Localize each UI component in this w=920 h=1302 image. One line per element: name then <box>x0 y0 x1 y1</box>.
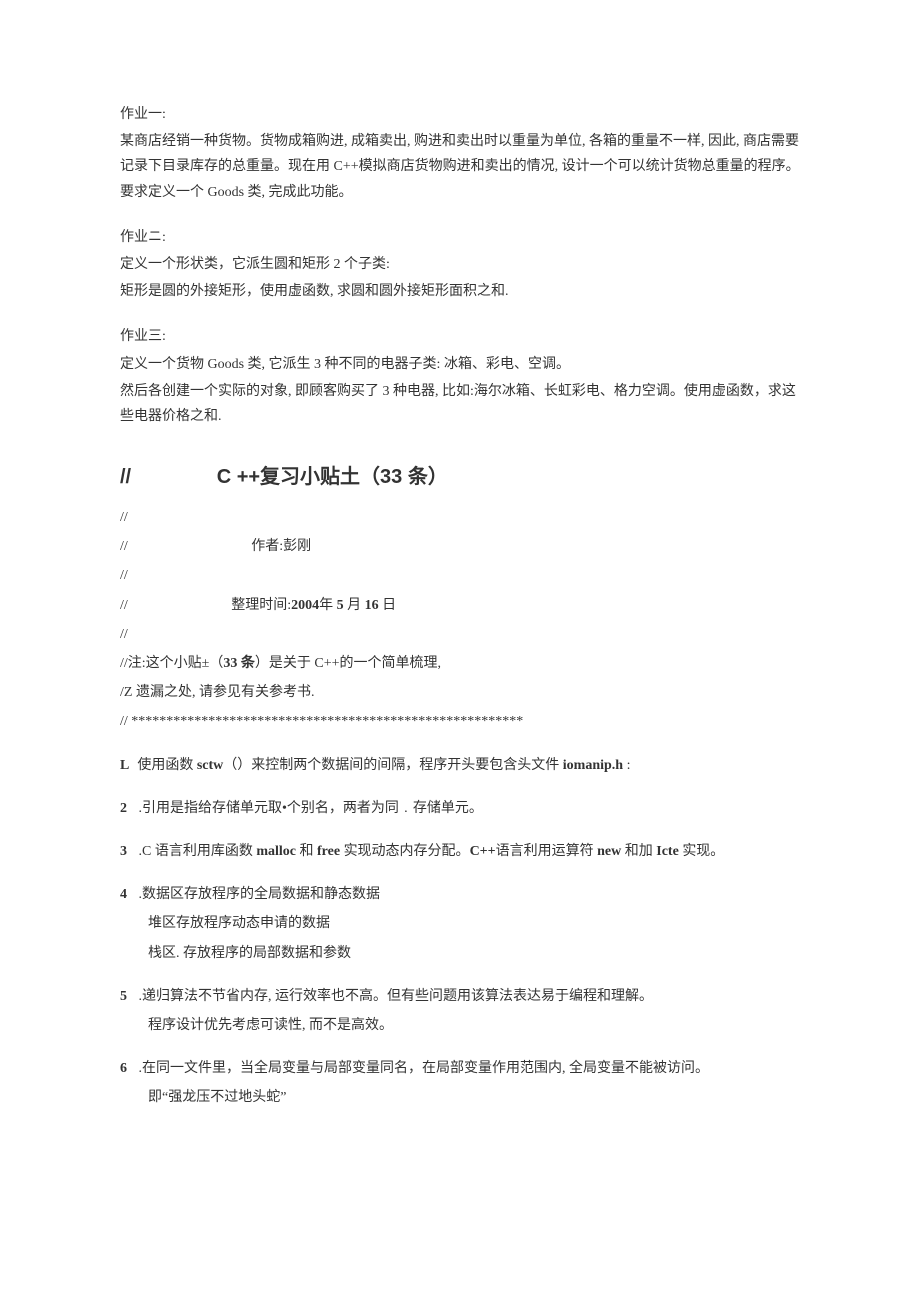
tips-list: L 使用函数 sctw（）来控制两个数据间的间隔，程序开头要包含头文件 ioman… <box>120 753 800 1111</box>
time-line: // 整理时间:2004年 5 月 16 日 <box>120 593 800 618</box>
list-item-text: .递归算法不节省内存, 运行效率也不高。但有些问题用该算法表达易于编程和理解。 <box>135 989 653 1004</box>
list-item-main: 6 .在同一文件里，当全局变量与局部变量同名，在局部变量作用范围内, 全局变量不… <box>120 1056 800 1081</box>
list-item-sub: 栈区. 存放程序的局部数据和参数 <box>148 941 800 966</box>
title-prefix: // <box>120 466 131 488</box>
title-text: C ++复习小贴土（33 条） <box>217 466 448 488</box>
bold-term: Icte <box>656 844 679 859</box>
list-item: 6 .在同一文件里，当全局变量与局部变量同名，在局部变量作用范围内, 全局变量不… <box>120 1056 800 1110</box>
hw2-line2: 矩形是圆的外接矩形，使用虚函数, 求圆和圆外接矩形面积之和. <box>120 279 800 304</box>
time-month: 5 <box>337 598 344 613</box>
list-item-sub: 即“强龙压不过地头蛇” <box>148 1085 800 1110</box>
list-item-main: 5 .递归算法不节省内存, 运行效率也不高。但有些问题用该算法表达易于编程和理解… <box>120 984 800 1009</box>
homework-3: 作业三: 定义一个货物 Goods 类, 它派生 3 种不同的电器子类: 冰箱、… <box>120 324 800 429</box>
author-line: // 作者:彭刚 <box>120 534 800 559</box>
note-line-1: //注:这个小贴±（33 条）是关于 C++的一个简单梳理, <box>120 651 800 676</box>
list-item-main: 4 .数据区存放程序的全局数据和静态数据 <box>120 882 800 907</box>
list-item-text: .C 语言利用库函数 <box>135 844 256 859</box>
list-item-main: L 使用函数 sctw（）来控制两个数据间的间隔，程序开头要包含头文件 ioman… <box>120 753 800 778</box>
list-item-number: 4 <box>120 887 127 902</box>
list-item-main: 3 .C 语言利用库函数 malloc 和 free 实现动态内存分配。C++语… <box>120 839 800 864</box>
hw1-title: 作业一: <box>120 102 800 127</box>
list-item: 3 .C 语言利用库函数 malloc 和 free 实现动态内存分配。C++语… <box>120 839 800 864</box>
list-item-text: .引用是指给存储单元取•个别名，两者为同﹒存储单元。 <box>135 801 483 816</box>
bold-term: new <box>597 844 621 859</box>
list-item-main: 2 .引用是指给存储单元取•个别名，两者为同﹒存储单元。 <box>120 796 800 821</box>
time-prefix: // <box>120 598 128 613</box>
hw1-body: 某商店经销一种货物。货物成箱购进, 成箱卖出, 购进和卖出时以重量为单位, 各箱… <box>120 129 800 205</box>
list-item-number: L <box>120 758 129 773</box>
slash-line-2: // <box>120 563 800 588</box>
tips-header: // C ++复习小贴土（33 条） // // 作者:彭刚 // // 整理时… <box>120 459 800 735</box>
stars-line: // *************************************… <box>120 709 800 734</box>
list-item-number: 2 <box>120 801 127 816</box>
slash-line-1: // <box>120 505 800 530</box>
list-item: L 使用函数 sctw（）来控制两个数据间的间隔，程序开头要包含头文件 ioman… <box>120 753 800 778</box>
time-day: 16 <box>365 598 379 613</box>
list-item-sub: 堆区存放程序动态申请的数据 <box>148 911 800 936</box>
list-item-text: .在同一文件里，当全局变量与局部变量同名，在局部变量作用范围内, 全局变量不能被… <box>135 1061 709 1076</box>
list-item-text: : <box>623 758 630 773</box>
bold-term: malloc <box>256 844 296 859</box>
note-line-2: /Z 遗漏之处, 请参见有关参考书. <box>120 680 800 705</box>
author-prefix: // <box>120 539 128 554</box>
slash-line-3: // <box>120 622 800 647</box>
hw2-title: 作业ニ: <box>120 225 800 250</box>
list-item: 5 .递归算法不节省内存, 运行效率也不高。但有些问题用该算法表达易于编程和理解… <box>120 984 800 1038</box>
author-text: 作者:彭刚 <box>251 539 311 554</box>
list-item-sub: 程序设计优先考虑可读性, 而不是高效。 <box>148 1013 800 1038</box>
note-bold: 33 条 <box>223 656 255 671</box>
list-item-number: 5 <box>120 989 127 1004</box>
list-item: 4 .数据区存放程序的全局数据和静态数据堆区存放程序动态申请的数据栈区. 存放程… <box>120 882 800 966</box>
list-item-text: 和 <box>296 844 317 859</box>
list-item: 2 .引用是指给存储单元取•个别名，两者为同﹒存储单元。 <box>120 796 800 821</box>
time-label: 整理时间: <box>231 598 291 613</box>
list-item-text: 实现。 <box>679 844 725 859</box>
bold-term: iomanip.h <box>563 758 623 773</box>
list-item-text: 和加 <box>621 844 656 859</box>
note-prefix: //注:这个小贴±（ <box>120 656 223 671</box>
hw3-line2: 然后各创建一个实际的对象, 即顾客购买了 3 种电器, 比如:海尔冰箱、长虹彩电… <box>120 379 800 429</box>
hw2-line1: 定义一个形状类，它派生圆和矩形 2 个子类: <box>120 252 800 277</box>
list-item-text: （）来控制两个数据间的间隔，程序开头要包含头文件 <box>223 758 563 773</box>
list-item-number: 3 <box>120 844 127 859</box>
tips-title: // C ++复习小贴土（33 条） <box>120 459 800 495</box>
time-year: 2004 <box>291 598 319 613</box>
bold-term: free <box>317 844 340 859</box>
note-suffix: ）是关于 C++的一个简单梳理, <box>255 656 441 671</box>
list-item-text: 语言利用运算符 <box>496 844 598 859</box>
hw3-title: 作业三: <box>120 324 800 349</box>
bold-term: C++ <box>470 844 496 859</box>
list-item-text: 使用函数 <box>137 758 197 773</box>
hw3-line1: 定义一个货物 Goods 类, 它派生 3 种不同的电器子类: 冰箱、彩电、空调… <box>120 352 800 377</box>
list-item-text: .数据区存放程序的全局数据和静态数据 <box>135 887 380 902</box>
list-item-text: 实现动态内存分配。 <box>340 844 470 859</box>
homework-1: 作业一: 某商店经销一种货物。货物成箱购进, 成箱卖出, 购进和卖出时以重量为单… <box>120 102 800 205</box>
bold-term: sctw <box>197 758 223 773</box>
homework-2: 作业ニ: 定义一个形状类，它派生圆和矩形 2 个子类: 矩形是圆的外接矩形，使用… <box>120 225 800 305</box>
list-item-number: 6 <box>120 1061 127 1076</box>
